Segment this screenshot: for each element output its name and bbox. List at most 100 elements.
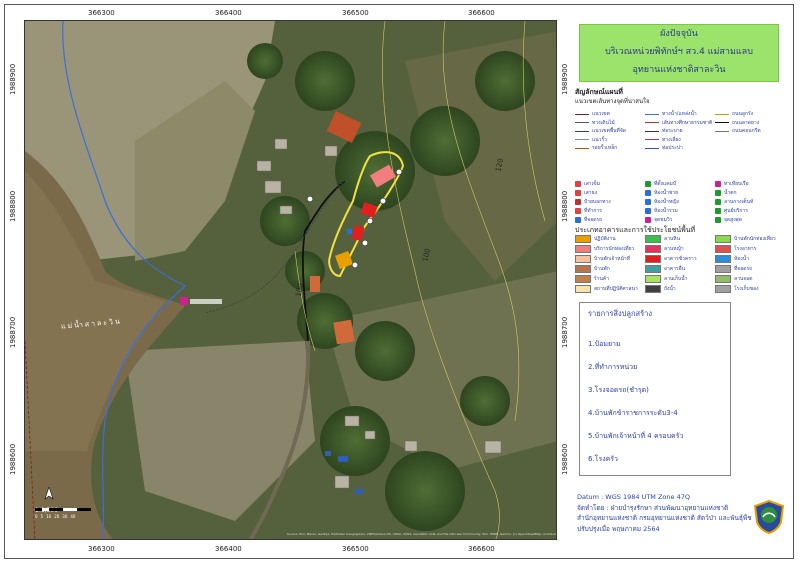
point-legend-label: น้ำตก (724, 190, 737, 196)
line-legend-label: ถนนคอนกรีต (732, 128, 761, 134)
landuse-legend-label: ห้องน้ำ (734, 256, 749, 262)
landuse-legend-item: บ้านพัก (575, 265, 610, 273)
landuse-swatch-icon (575, 285, 591, 293)
line-swatch-icon (575, 113, 589, 115)
building-item: 3.โรงจอดรถ(ชำรุด) (588, 386, 649, 394)
point-swatch-icon (575, 199, 581, 205)
point-swatch-icon (645, 199, 651, 205)
point-legend-item: ห้องน้ำชาย (645, 189, 678, 197)
landuse-legend: ปฏิบัติงาน บริการนักท่องเที่ยว บ้านพักเจ้า… (575, 235, 785, 299)
point-swatch-icon (575, 217, 581, 223)
line-legend-label: เส้นทางศึกษาธรรมชาติ (662, 119, 713, 126)
scale-tick: 40 (70, 514, 76, 519)
point-legend-item: ที่ทำการ (575, 207, 602, 215)
point-legend-item: ลานกางเต็นท์ (715, 198, 753, 206)
line-legend-label: แนวเขต (592, 111, 610, 117)
landuse-legend-label: ที่จอดรถ (734, 266, 753, 272)
line-legend-item: ทางน้ำ/แหล่งน้ำ (645, 110, 697, 118)
legend-panel: ผังปัจจุบัน บริเวณหน่วยพิทักษ์ฯ สว.4 แม่… (569, 20, 790, 540)
x-tick: 366300 (88, 545, 115, 553)
scale-tick: 10 (46, 514, 52, 519)
line-swatch-icon (645, 147, 659, 149)
line-legend-item: แนวเขตพื้นที่จัด (575, 127, 626, 135)
point-legend-item: ศูนย์บริการ (715, 207, 748, 215)
point-legend-label: ห้องน้ำหญิง (654, 199, 679, 205)
line-swatch-icon (575, 130, 589, 132)
line-legend-item: เส้นทางศึกษาธรรมชาติ (645, 119, 712, 127)
point-swatch-icon (715, 181, 721, 187)
y-tick: 1988800 (561, 190, 569, 222)
satellite-map[interactable]: แม่น้ำสาละวิน 120 100 100 Source: Esri, … (24, 20, 557, 540)
landuse-legend-label: สถานที่ปฏิบัติศาสนา (594, 286, 638, 292)
landuse-legend-item: ลานเก็บน้ำ (645, 275, 687, 283)
line-legend-label: แนวรั้ว (592, 136, 607, 143)
legend-subtitle: แนวเขตเส้นทางจุดที่น่าสนใจ (575, 98, 650, 105)
line-swatch-icon (715, 122, 729, 123)
point-legend-item: เสาธง (575, 189, 597, 197)
point-legend-label: จุดสูงสุด (724, 217, 742, 223)
line-legend-label: ทางเลี่ยง (662, 136, 681, 143)
landuse-legend-item: โรงอาหาร (715, 245, 756, 253)
x-tick: 366300 (88, 9, 115, 17)
point-legend-item: ห้องน้ำรวม (645, 207, 678, 215)
x-tick: 366500 (342, 545, 369, 553)
point-legend-label: จุดชมวิว (654, 217, 673, 223)
line-legend-item: ทางเดินไม้ (575, 119, 615, 127)
landuse-swatch-icon (715, 235, 731, 243)
scale-tick: 30 (62, 514, 68, 519)
landuse-legend-item: ลานจอด (715, 275, 752, 283)
department-logo-icon (753, 500, 785, 534)
y-tick: 1988900 (9, 63, 17, 95)
landuse-legend-item: ปฏิบัติงาน (575, 235, 616, 243)
point-swatch-icon (715, 217, 721, 223)
line-legend-item: ถนนลาดยาง (715, 119, 759, 127)
landuse-legend-label: บ้านพัก (594, 266, 610, 272)
map-canvas (25, 21, 556, 539)
landuse-legend-label: ลานจอด (734, 276, 753, 282)
landuse-legend-label: อาคารอื่น (664, 266, 686, 272)
agency-text: สำนักอุทยานแห่งชาติ กรมอุทยานแห่งชาติ สั… (577, 514, 752, 522)
x-tick: 366500 (342, 9, 369, 17)
landuse-legend-label: โรงเก็บของ (734, 286, 759, 292)
title-line-1: ผังปัจจุบัน (660, 29, 698, 39)
point-swatch-icon (715, 190, 721, 196)
point-swatch-icon (575, 208, 581, 214)
line-swatch-icon (645, 122, 659, 123)
point-legend-item: ห้องน้ำหญิง (645, 198, 679, 206)
line-legend-label: ถนนลาดยาง (732, 119, 760, 126)
y-tick: 1988900 (561, 63, 569, 95)
updated-text: ปรับปรุงเมื่อ พฤษภาคม 2564 (577, 524, 660, 533)
point-legend-label: ศูนย์บริการ (724, 208, 748, 214)
line-legend-item: แนวรั้ว (575, 136, 607, 144)
datum-text: Datum : WGS 1984 UTM Zone 47Q (577, 493, 690, 501)
line-swatch-icon (575, 147, 589, 149)
landuse-swatch-icon (575, 275, 591, 283)
line-legend: แนวเขต ทางเดินไม้ แนวเขตพื้นที่จัด แนวรั้วร… (575, 110, 785, 180)
landuse-legend-label: ร้านค้า (594, 276, 610, 282)
line-legend-label: ถนนลูกรัง (732, 111, 754, 117)
point-legend-label: ที่ตั้งแคมป์ (654, 181, 677, 187)
scale-tick: 20 (54, 514, 60, 519)
landuse-legend-label: ลานเก็บน้ำ (664, 276, 688, 282)
line-swatch-icon (645, 130, 659, 132)
point-legend-label: ห้องน้ำชาย (654, 190, 679, 196)
line-legend-label: ทางเดินไม้ (592, 119, 615, 126)
landuse-legend-label: อาคารชั่วคราว (664, 256, 697, 262)
line-legend-label: ท่อประปา (662, 145, 683, 151)
point-swatch-icon (715, 208, 721, 214)
x-tick: 366600 (468, 545, 495, 553)
point-legend-item: เสาเข็ม (575, 180, 600, 188)
point-legend-label: ที่จอดรถ (584, 217, 603, 223)
point-swatch-icon (645, 208, 651, 214)
line-legend-item: ท่อประปา (645, 144, 683, 152)
point-legend-item: ป้ายบอกทาง (575, 198, 611, 206)
point-legend-label: ท่าเทียบเรือ (724, 181, 749, 187)
landuse-legend-label: ลานหญ้า (664, 246, 684, 252)
landuse-legend-label: บ้านพักเจ้าหน้าที่ (594, 256, 630, 262)
landuse-legend-item: บ้านพักเจ้าหน้าที่ (575, 255, 630, 263)
x-tick: 366400 (215, 545, 242, 553)
map-attribution: Source: Esri, Maxar, GeoEye, Earthstar G… (287, 532, 557, 536)
landuse-legend-item: ถังน้ำ (645, 285, 676, 293)
landuse-swatch-icon (575, 245, 591, 253)
landuse-swatch-icon (645, 235, 661, 243)
